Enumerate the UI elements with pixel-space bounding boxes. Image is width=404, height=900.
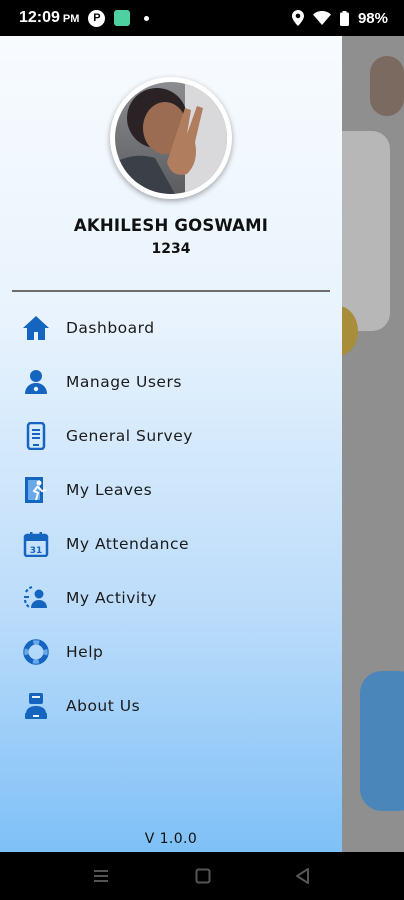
- profile-avatar[interactable]: [110, 77, 232, 199]
- survey-phone-icon: [21, 422, 50, 451]
- menu-item-my-attendance[interactable]: 31 My Attendance: [0, 517, 342, 571]
- location-icon: [291, 10, 304, 26]
- p-app-icon: P: [88, 9, 106, 27]
- menu-label: General Survey: [66, 427, 193, 445]
- activity-icon: [21, 584, 50, 613]
- menu-label: My Leaves: [66, 481, 153, 499]
- leave-exit-icon: [21, 476, 50, 505]
- navigation-drawer: AKHILESH GOSWAMI 1234 Dashboard Manage U…: [0, 36, 342, 852]
- system-nav-bar: [0, 852, 404, 900]
- home-square-icon[interactable]: [193, 866, 213, 886]
- back-triangle-icon[interactable]: [293, 866, 313, 886]
- menu-label: My Activity: [66, 589, 157, 607]
- menu-label: Help: [66, 643, 104, 661]
- menu-item-general-survey[interactable]: General Survey: [0, 409, 342, 463]
- user-icon: [21, 368, 50, 397]
- menu-item-help[interactable]: Help: [0, 625, 342, 679]
- menu-item-manage-users[interactable]: Manage Users: [0, 355, 342, 409]
- menu-label: Manage Users: [66, 373, 182, 391]
- status-bar: 12:09 PM P 98%: [0, 0, 404, 36]
- battery-percent: 98%: [357, 9, 388, 27]
- menu-item-about-us[interactable]: About Us: [0, 679, 342, 733]
- menu-label: My Attendance: [66, 535, 190, 553]
- menu-item-my-leaves[interactable]: My Leaves: [0, 463, 342, 517]
- recents-menu-icon[interactable]: [91, 866, 111, 886]
- notification-app-icon: [114, 10, 131, 26]
- menu-label: About Us: [66, 697, 141, 715]
- lifebuoy-icon: [21, 638, 50, 667]
- home-icon: [21, 314, 50, 343]
- user-id: 1234: [151, 241, 191, 257]
- about-person-icon: [21, 692, 50, 721]
- user-name: AKHILESH GOSWAMI: [73, 216, 269, 235]
- drawer-menu: Dashboard Manage Users General Survey My…: [0, 301, 342, 733]
- avatar-photo: [115, 82, 227, 194]
- divider: [12, 290, 330, 292]
- svg-text:31: 31: [29, 546, 42, 556]
- dot-icon: [144, 15, 150, 21]
- menu-item-my-activity[interactable]: My Activity: [0, 571, 342, 625]
- calendar-icon: 31: [21, 530, 50, 559]
- battery-icon: [339, 10, 349, 26]
- wifi-icon: [312, 11, 331, 25]
- status-time: 12:09 PM: [19, 9, 80, 26]
- menu-item-dashboard[interactable]: Dashboard: [0, 301, 342, 355]
- app-version: V 1.0.0: [144, 831, 198, 847]
- menu-label: Dashboard: [66, 319, 155, 337]
